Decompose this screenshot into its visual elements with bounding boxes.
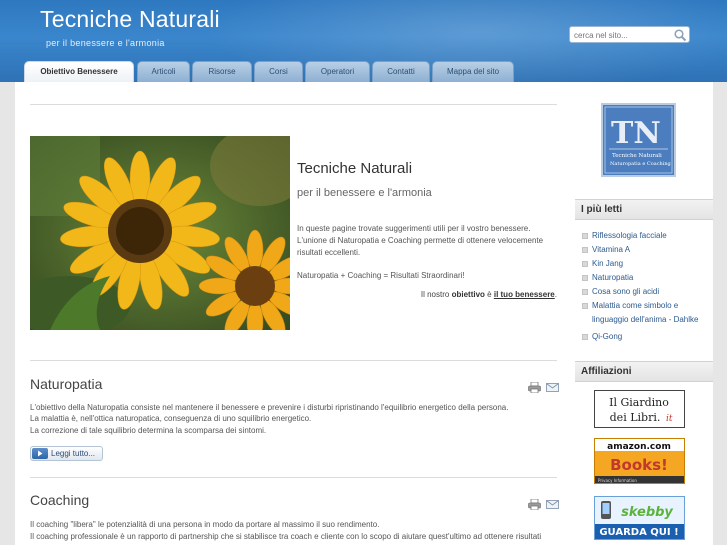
logo-text: Tecniche Naturali bbox=[612, 153, 662, 159]
section-text-line: L'obiettivo della Naturopatia consiste n… bbox=[30, 403, 509, 412]
sunflower-image bbox=[30, 136, 290, 330]
divider bbox=[30, 477, 557, 478]
banner2-word: Books! bbox=[610, 456, 668, 474]
goal-word: obiettivo bbox=[451, 290, 485, 299]
banner2-brand: amazon.com bbox=[607, 442, 671, 452]
site-logo[interactable]: TN Tecniche Naturali Naturopatia e Coach… bbox=[601, 103, 676, 177]
list-item-label[interactable]: Cosa sono gli acidi bbox=[592, 285, 710, 299]
banner3-cta: GUARDA QUI ! bbox=[599, 527, 678, 538]
logo-subtext: Naturopatia e Coaching bbox=[610, 161, 672, 167]
search-input[interactable] bbox=[574, 28, 670, 42]
list-item-label[interactable]: Vitamina A bbox=[592, 243, 710, 257]
bullet-icon bbox=[582, 275, 588, 281]
tab-articoli[interactable]: Articoli bbox=[137, 61, 190, 82]
intro-subtitle: per il benessere e l'armonia bbox=[297, 187, 432, 199]
section-title-coaching[interactable]: Coaching bbox=[30, 492, 89, 508]
intro-formula: Naturopatia + Coaching = Risultati Strao… bbox=[297, 271, 465, 280]
goal-prefix: Il nostro bbox=[420, 290, 450, 299]
print-icon[interactable] bbox=[528, 497, 541, 511]
list-item-label[interactable]: Kin Jang bbox=[592, 257, 710, 271]
section-text-line: La malattia è, nell'ottica naturopatica,… bbox=[30, 414, 312, 423]
bullet-icon bbox=[582, 247, 588, 253]
section-text-line: Il coaching "libera" le potenzialità di … bbox=[30, 520, 380, 529]
most-read-heading: I più letti bbox=[575, 199, 713, 220]
goal-link[interactable]: il tuo benessere bbox=[494, 290, 555, 299]
banner3-brand: skebby bbox=[621, 505, 673, 520]
site-title[interactable]: Tecniche Naturali bbox=[40, 6, 220, 33]
banner2-foot: Privacy Information bbox=[598, 478, 637, 483]
search-icon[interactable] bbox=[673, 28, 687, 42]
affiliations-heading: Affiliazioni bbox=[575, 361, 713, 382]
bullet-icon bbox=[582, 261, 588, 267]
banner1-line2: dei Libri. bbox=[610, 411, 661, 424]
arrow-right-icon bbox=[32, 448, 48, 459]
tab-operatori[interactable]: Operatori bbox=[305, 61, 370, 82]
section-title-naturopatia[interactable]: Naturopatia bbox=[30, 376, 102, 392]
read-more-button[interactable]: Leggi tutto... bbox=[30, 446, 103, 461]
goal-end: . bbox=[554, 290, 557, 299]
banner1-line1: Il Giardino bbox=[609, 396, 669, 409]
read-more-label: Leggi tutto... bbox=[51, 449, 96, 458]
svg-text:TN: TN bbox=[611, 116, 661, 151]
list-item-label[interactable]: Naturopatia bbox=[592, 271, 710, 285]
tab-contatti[interactable]: Contatti bbox=[372, 61, 430, 82]
amazon-books-banner[interactable]: amazon.com Books! Privacy Information bbox=[594, 438, 685, 484]
email-icon[interactable] bbox=[546, 497, 559, 509]
site-tagline: per il benessere e l'armonia bbox=[46, 38, 165, 48]
bullet-icon bbox=[582, 303, 588, 309]
email-icon[interactable] bbox=[546, 380, 559, 392]
list-item-label[interactable]: Riflessologia facciale bbox=[592, 229, 710, 243]
intro-title: Tecniche Naturali bbox=[297, 160, 413, 177]
divider bbox=[30, 104, 557, 105]
bullet-icon bbox=[582, 233, 588, 239]
search-box bbox=[569, 26, 690, 43]
tab-risorse[interactable]: Risorse bbox=[192, 61, 252, 82]
intro-text-line: In queste pagine trovate suggerimenti ut… bbox=[297, 224, 531, 233]
list-item-label[interactable]: Qi-Gong bbox=[592, 330, 710, 344]
tab-corsi[interactable]: Corsi bbox=[254, 61, 303, 82]
tab-obiettivo-benessere[interactable]: Obiettivo Benessere bbox=[24, 61, 134, 82]
banner1-tld: it bbox=[666, 414, 673, 424]
section-text-line: Il coaching professionale è un rapporto … bbox=[30, 532, 542, 541]
section-text-line: La correzione di tale squilibrio determi… bbox=[30, 426, 267, 435]
intro-goal: Il nostro obiettivo è il tuo benessere. bbox=[297, 290, 557, 299]
page-content: Tecniche Naturali per il benessere e l'a… bbox=[15, 82, 713, 545]
bullet-icon bbox=[582, 289, 588, 295]
giardino-libri-banner[interactable]: Il Giardino dei Libri. it bbox=[594, 390, 685, 428]
bullet-icon bbox=[582, 334, 588, 340]
intro-text-line: L'unione di Naturopatia e Coaching perme… bbox=[297, 236, 544, 245]
goal-mid: è bbox=[487, 290, 492, 299]
list-item-label[interactable]: Malattia come simbolo e linguaggio dell'… bbox=[592, 299, 710, 327]
site-header: Tecniche Naturali per il benessere e l'a… bbox=[0, 0, 727, 82]
tab-mappa-del-sito[interactable]: Mappa del sito bbox=[432, 61, 514, 82]
print-icon[interactable] bbox=[528, 380, 541, 394]
skebby-banner[interactable]: skebby GUARDA QUI ! bbox=[594, 496, 685, 540]
intro-text-line: risultati eccellenti. bbox=[297, 248, 361, 257]
divider bbox=[30, 360, 557, 361]
